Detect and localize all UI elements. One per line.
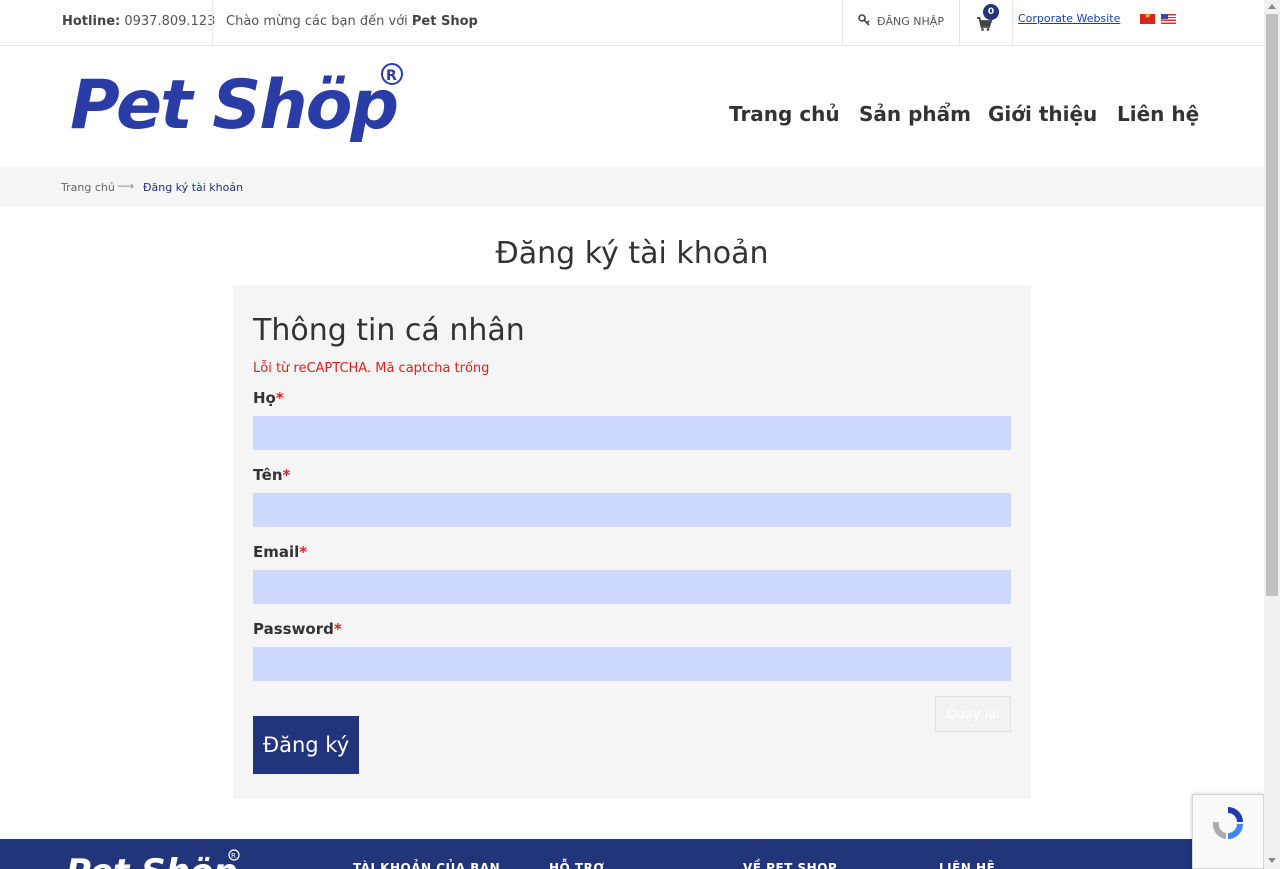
breadcrumb: Trang chủ ⟶ Đăng ký tài khoản [0,167,1264,207]
last-name-label: Họ* [253,389,284,407]
footer-heading: HỖ TRỢ [549,861,605,869]
logo-text: Pet Shöp [70,66,397,145]
footer-heading: VỀ PET SHOP [743,861,838,869]
register-button[interactable]: Đăng ký [253,716,359,774]
page-title: Đăng ký tài khoản [495,236,769,271]
cart-count-badge: 0 [983,4,999,20]
header: Pet Shöp R Trang chủ Sản phẩm Giới thiệu… [0,46,1264,167]
section-title: Thông tin cá nhân [253,313,525,348]
vietnam-flag-icon[interactable] [1140,11,1155,24]
email-label: Email* [253,543,308,561]
error-message: Lỗi từ reCAPTCHA. Mã captcha trống [253,361,490,376]
footer-heading: LIÊN HỆ [939,861,996,869]
corporate-website-link[interactable]: Corporate Website [1018,12,1120,25]
hotline-label: Hotline: [62,14,121,29]
registration-form: Thông tin cá nhân Lỗi từ reCAPTCHA. Mã c… [233,285,1031,799]
divider [959,0,960,45]
footer-logo: Pet Shöp R [66,849,240,869]
password-field[interactable] [253,647,1011,681]
login-label: ĐĂNG NHẬP [877,15,944,28]
email-field[interactable] [253,570,1011,604]
recaptcha-badge[interactable] [1192,794,1264,869]
first-name-label: Tên* [253,466,291,484]
divider [842,0,843,45]
scroll-up-arrow-icon[interactable] [1268,4,1276,9]
first-name-field[interactable] [253,493,1011,527]
nav-products[interactable]: Sản phẩm [859,102,971,126]
last-name-field[interactable] [253,416,1011,450]
footer: Pet Shöp R TÀI KHOẢN CỦA BẠN HỖ TRỢ VỀ P… [0,839,1264,869]
svg-text:R: R [231,852,236,860]
nav-home[interactable]: Trang chủ [729,102,840,126]
divider [212,0,213,45]
svg-text:Pet Shöp: Pet Shöp [66,852,238,869]
scrollbar-thumb[interactable] [1266,14,1278,596]
divider [1012,0,1013,45]
page-scrollbar[interactable] [1264,0,1280,869]
key-icon [858,14,871,29]
breadcrumb-home[interactable]: Trang chủ [61,181,115,194]
welcome-message: Chào mừng các bạn đến với Pet Shop [226,14,478,29]
login-link[interactable]: ĐĂNG NHẬP [858,14,944,29]
scroll-down-arrow-icon[interactable] [1268,858,1276,863]
welcome-brand: Pet Shop [411,14,478,29]
pet-shop-logo[interactable]: Pet Shöp R [70,56,410,150]
welcome-text: Chào mừng các bạn đến với [226,14,408,29]
back-button[interactable]: Quay lại [935,696,1011,732]
us-flag-icon[interactable] [1161,14,1176,24]
footer-heading: TÀI KHOẢN CỦA BẠN [353,861,501,869]
nav-about[interactable]: Giới thiệu [988,102,1097,126]
recaptcha-icon [1212,807,1243,839]
hotline: Hotline: 0937.809.123 [62,14,215,29]
arrow-right-icon: ⟶ [117,179,135,193]
hotline-number: 0937.809.123 [124,14,216,29]
breadcrumb-current: Đăng ký tài khoản [143,181,244,194]
password-label: Password* [253,620,342,638]
nav-contact[interactable]: Liên hệ [1117,102,1199,126]
top-bar: Hotline: 0937.809.123 Chào mừng các bạn … [0,0,1264,46]
svg-text:R: R [386,68,397,84]
